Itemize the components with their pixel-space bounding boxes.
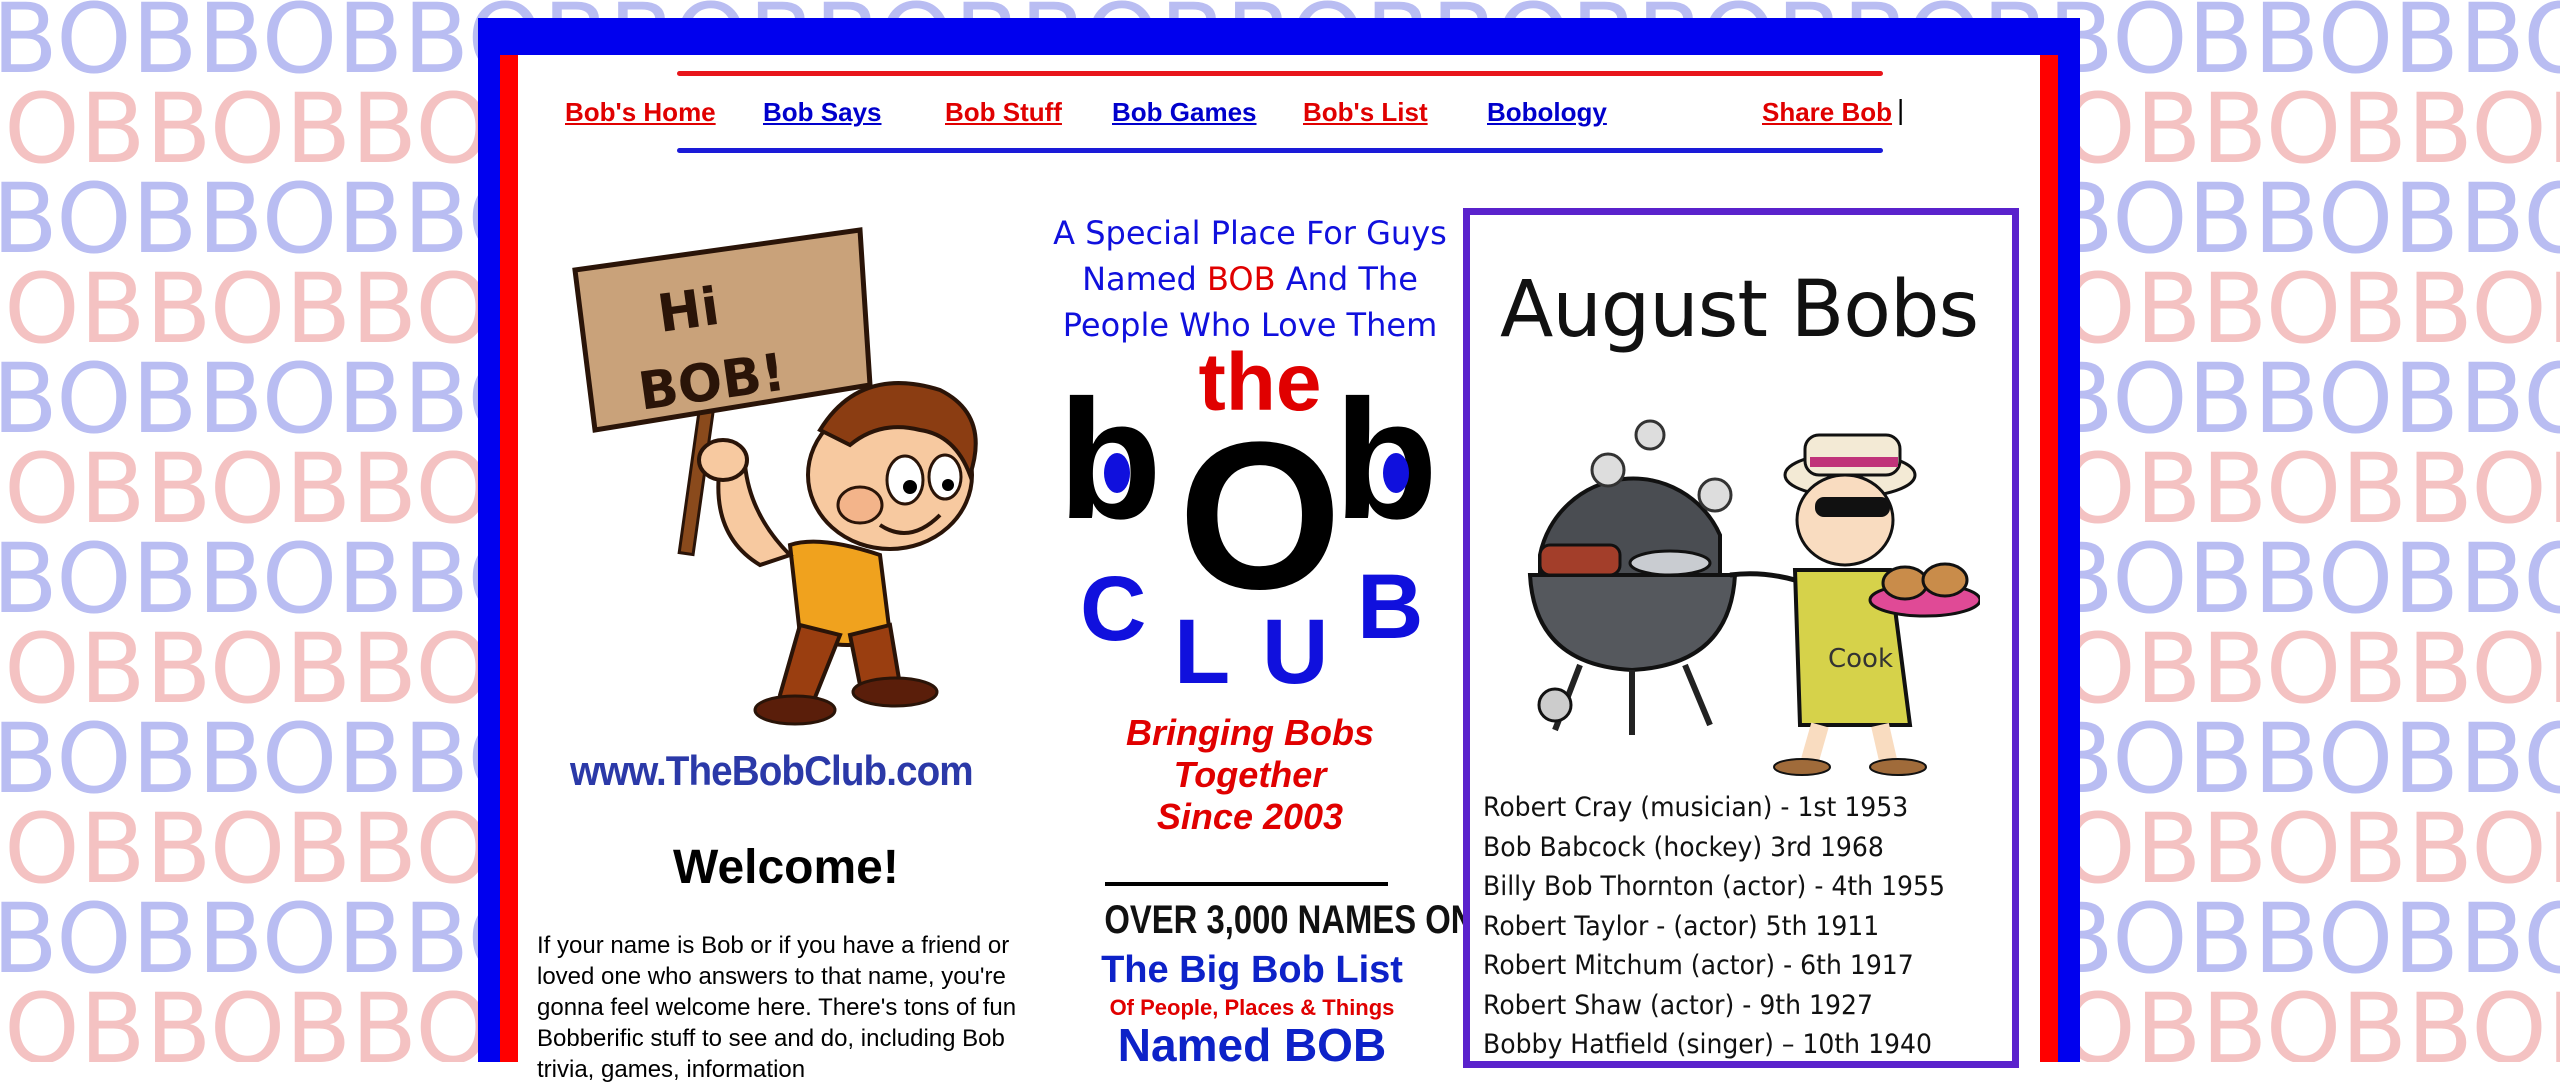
nav-rule-top — [677, 71, 1883, 76]
nav-link-bobs-home[interactable]: Bob's Home — [565, 97, 716, 128]
middle-divider — [1105, 882, 1388, 886]
bob-club-logo: the b O b C L U B — [1062, 340, 1438, 690]
logo-b1-counter — [1104, 453, 1130, 493]
logo-o: O — [1178, 398, 1341, 633]
bbq-bob-cartoon: Cook — [1527, 419, 1980, 776]
since-line3: Since 2003 — [1156, 796, 1344, 837]
since-line1: Bringing Bobs — [1126, 712, 1374, 753]
nav-link-bob-says[interactable]: Bob Says — [763, 97, 882, 128]
august-birthdays-list: Robert Cray (musician) - 1st 1953 Bob Ba… — [1483, 788, 1980, 1065]
share-bob-link[interactable]: Share Bob — [1762, 97, 1892, 128]
nav-link-bobs-list[interactable]: Bob's List — [1303, 97, 1428, 128]
list-item: Robert Shaw (actor) - 9th 1927 — [1483, 989, 1873, 1021]
logo-b2: b — [1334, 365, 1438, 555]
logo-c: C — [1080, 558, 1146, 660]
welcome-heading: Welcome! — [673, 841, 899, 894]
apron-label: Cook — [1828, 644, 1893, 674]
nav-separator: | — [1897, 94, 1905, 125]
logo-u: U — [1262, 601, 1328, 690]
big-bob-list-banner-line1[interactable]: OVER 3,000 NAMES ON — [1104, 898, 1474, 943]
tagline: A Special Place For Guys Named BOB And T… — [1052, 210, 1448, 348]
nav-link-bobology[interactable]: Bobology — [1487, 97, 1607, 128]
list-item: Bobby Hatfield (singer) – 10th 1940 — [1483, 1029, 1932, 1060]
frame-red-stripe-left — [500, 55, 518, 1062]
logo-b2-counter — [1383, 453, 1409, 493]
logo-b3: B — [1357, 556, 1423, 658]
list-item: Robert Cray (musician) - 1st 1953 — [1483, 792, 1909, 823]
sign-text-line1: Hi — [654, 277, 723, 345]
list-item: Billy Bob Thornton (actor) - 4th 1955 — [1483, 871, 1945, 902]
nav-link-bob-games[interactable]: Bob Games — [1112, 97, 1257, 128]
since-line2: Together — [1173, 754, 1327, 795]
list-item: Robert Taylor - (actor) 5th 1911 — [1483, 910, 1880, 942]
logo-l: L — [1174, 601, 1230, 690]
tagline-bob: BOB — [1207, 260, 1276, 298]
site-url-logo: www.TheBobClub.com — [570, 747, 974, 794]
since-2003-text: Bringing Bobs Together Since 2003 — [1060, 712, 1440, 838]
nav-rule-bottom — [677, 148, 1883, 153]
big-bob-list-banner-line2[interactable]: The Big Bob List — [1072, 949, 1432, 992]
big-bob-list-banner-line4[interactable]: Named BOB — [1072, 1018, 1432, 1072]
list-item: Bob Babcock (hockey) 3rd 1968 — [1483, 831, 1884, 863]
hi-bob-cartoon: Hi BOB! — [572, 227, 978, 726]
list-item: Robert Mitchum (actor) - 6th 1917 — [1483, 950, 1914, 981]
frame-red-stripe-right — [2040, 55, 2058, 1062]
august-bobs-title: August Bobs — [1500, 265, 1979, 355]
nav-link-bob-stuff[interactable]: Bob Stuff — [945, 97, 1062, 128]
